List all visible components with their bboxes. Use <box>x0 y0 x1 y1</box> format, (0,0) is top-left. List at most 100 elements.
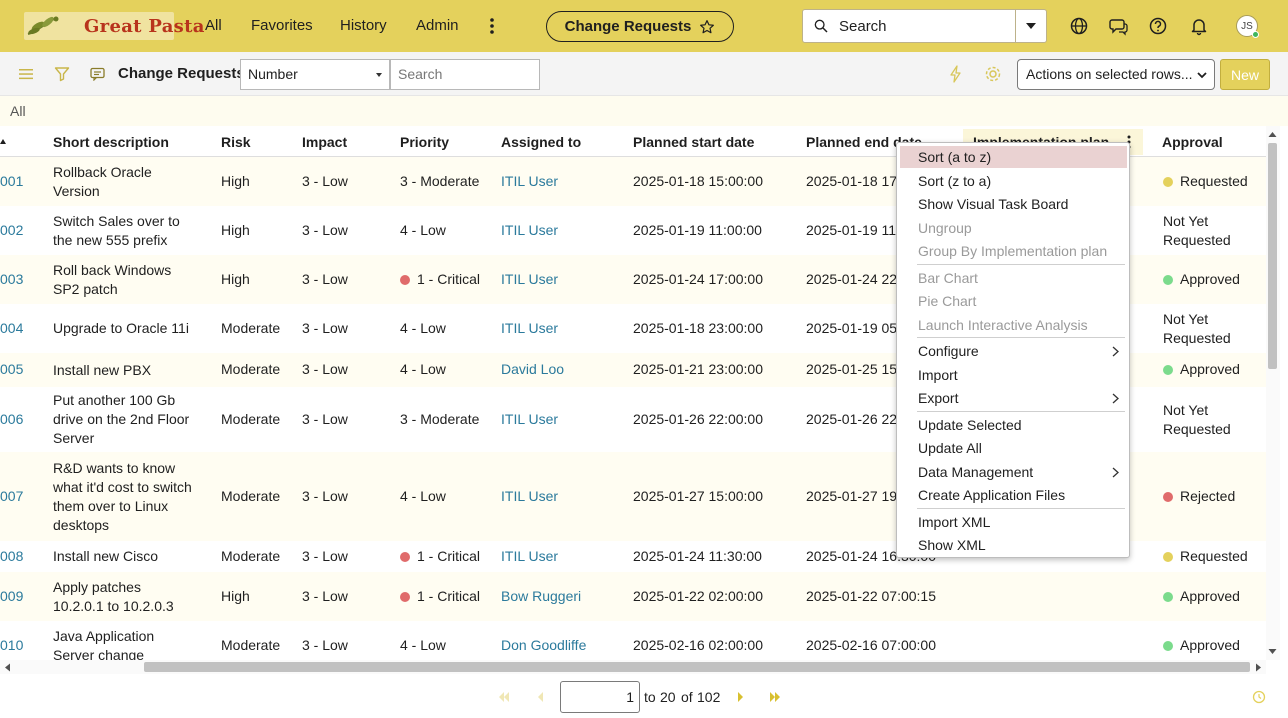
menu-data-management[interactable]: Data Management <box>900 461 1127 483</box>
impact-cell: 3 - Low <box>302 173 348 189</box>
assigned-to-link[interactable]: ITIL User <box>501 487 558 506</box>
assigned-to-link[interactable]: ITIL User <box>501 172 558 191</box>
assigned-to-link[interactable]: ITIL User <box>501 547 558 566</box>
assigned-to-link[interactable]: ITIL User <box>501 319 558 338</box>
planned-end-cell: 2025-01-18 17 <box>806 173 898 189</box>
approval-status-dot <box>1163 177 1173 187</box>
priority-cell: 4 - Low <box>400 221 446 240</box>
risk-cell: Moderate <box>221 637 281 653</box>
assigned-to-link[interactable]: Bow Ruggeri <box>501 587 581 606</box>
scroll-left-icon[interactable] <box>4 663 11 672</box>
table-row[interactable]: 009 Apply patches 10.2.0.1 to 10.2.0.3 Hig… <box>0 572 1266 621</box>
scroll-right-icon[interactable] <box>1255 663 1262 672</box>
record-number-link[interactable]: 009 <box>0 587 23 606</box>
menu-import-xml[interactable]: Import XML <box>900 511 1127 533</box>
help-icon[interactable] <box>1148 16 1168 36</box>
breadcrumb-all[interactable]: All <box>10 103 26 119</box>
menu-show-xml[interactable]: Show XML <box>900 534 1127 556</box>
priority-cell: 3 - Moderate <box>400 410 479 429</box>
menu-sort-a-to-z[interactable]: Sort (a to z) <box>900 146 1127 168</box>
scroll-down-icon[interactable] <box>1268 648 1277 655</box>
assigned-to-link[interactable]: ITIL User <box>501 270 558 289</box>
short-description-cell: Install new Cisco <box>53 548 159 564</box>
caret-down-icon[interactable] <box>1023 18 1039 34</box>
filter-icon[interactable] <box>54 66 70 82</box>
list-search-input[interactable]: Search <box>390 59 540 90</box>
record-number-link[interactable]: 006 <box>0 410 23 429</box>
approval-cell: Rejected <box>1163 487 1263 506</box>
record-number-link[interactable]: 008 <box>0 547 23 566</box>
col-assigned-to[interactable]: Assigned to <box>501 134 581 150</box>
assigned-to-link[interactable]: Don Goodliffe <box>501 636 586 655</box>
record-number-link[interactable]: 005 <box>0 360 23 379</box>
response-time-icon[interactable] <box>1252 690 1266 704</box>
gear-icon[interactable] <box>984 65 1002 83</box>
approval-label: Approved <box>1180 361 1240 377</box>
next-page-icon[interactable] <box>736 691 746 703</box>
approval-status-dot <box>1163 365 1173 375</box>
bell-icon[interactable] <box>1189 16 1209 36</box>
list-toolbar: Change Requests Number Search Actions on… <box>0 52 1288 96</box>
menu-export[interactable]: Export <box>900 387 1127 409</box>
search-field-select[interactable]: Number <box>240 59 390 90</box>
record-number-link[interactable]: 001 <box>0 172 23 191</box>
menu-create-application-files[interactable]: Create Application Files <box>900 484 1127 506</box>
record-number-link[interactable]: 010 <box>0 636 23 655</box>
row-actions-select[interactable]: Actions on selected rows... <box>1017 59 1215 90</box>
col-priority[interactable]: Priority <box>400 134 449 150</box>
risk-cell: High <box>221 271 250 287</box>
menu-update-all[interactable]: Update All <box>900 437 1127 459</box>
context-title-pill[interactable]: Change Requests <box>546 11 734 42</box>
planned-end-cell: 2025-01-27 19 <box>806 488 898 504</box>
planned-end-cell: 2025-01-22 07:00:15 <box>806 588 936 604</box>
scroll-up-icon[interactable] <box>1268 131 1277 138</box>
brand-name: Great Pasta <box>84 16 205 37</box>
globe-icon[interactable] <box>1069 16 1089 36</box>
hamburger-menu-icon[interactable] <box>18 67 34 81</box>
record-number-link[interactable]: 003 <box>0 270 23 289</box>
record-number-link[interactable]: 004 <box>0 319 23 338</box>
horizontal-scroll-thumb[interactable] <box>144 662 1250 672</box>
chat-icon[interactable] <box>1109 16 1129 36</box>
col-impact[interactable]: Impact <box>302 134 347 150</box>
col-planned-start-date[interactable]: Planned start date <box>633 134 754 150</box>
col-risk[interactable]: Risk <box>221 134 251 150</box>
star-icon[interactable] <box>699 19 715 35</box>
assigned-to-link[interactable]: ITIL User <box>501 410 558 429</box>
more-vertical-icon[interactable] <box>482 14 502 38</box>
new-record-button[interactable]: New <box>1220 59 1270 90</box>
quick-action-icon[interactable] <box>948 65 964 83</box>
menu-update-selected[interactable]: Update Selected <box>900 414 1127 436</box>
menu-configure[interactable]: Configure <box>900 340 1127 362</box>
page-to-label: to <box>644 689 656 705</box>
nav-favorites[interactable]: Favorites <box>251 17 313 34</box>
col-approval[interactable]: Approval <box>1162 134 1223 150</box>
nav-history[interactable]: History <box>340 17 387 34</box>
col-short-description[interactable]: Short description <box>53 134 169 150</box>
assigned-to-link[interactable]: David Loo <box>501 360 564 379</box>
menu-show-visual-task-board[interactable]: Show Visual Task Board <box>900 193 1127 215</box>
menu-import[interactable]: Import <box>900 364 1127 386</box>
global-search[interactable]: Search <box>802 9 1047 43</box>
priority-label: 4 - Low <box>400 488 446 504</box>
assigned-to-link[interactable]: ITIL User <box>501 221 558 240</box>
last-page-icon[interactable] <box>768 691 782 703</box>
impact-cell: 3 - Low <box>302 548 348 564</box>
nav-all[interactable]: All <box>205 17 222 34</box>
priority-label: 1 - Critical <box>417 548 481 564</box>
context-menu-icon[interactable] <box>90 67 105 81</box>
record-number-link[interactable]: 007 <box>0 487 23 506</box>
record-number-link[interactable]: 002 <box>0 221 23 240</box>
first-page-icon[interactable] <box>497 691 511 703</box>
short-description-cell: Java Application Server change <box>53 628 155 660</box>
nav-admin[interactable]: Admin <box>416 17 459 34</box>
brand-logo[interactable]: Great Pasta <box>24 12 204 40</box>
planned-end-cell: 2025-01-25 15 <box>806 361 898 377</box>
approval-status-dot <box>1163 592 1173 602</box>
menu-sort-z-to-a[interactable]: Sort (z to a) <box>900 170 1127 192</box>
previous-page-icon[interactable] <box>535 691 545 703</box>
impact-cell: 3 - Low <box>302 588 348 604</box>
page-number-input[interactable]: 1 <box>560 681 640 713</box>
vertical-scroll-thumb[interactable] <box>1268 143 1277 369</box>
table-row[interactable]: 010 Java Application Server change Moderat… <box>0 621 1266 660</box>
